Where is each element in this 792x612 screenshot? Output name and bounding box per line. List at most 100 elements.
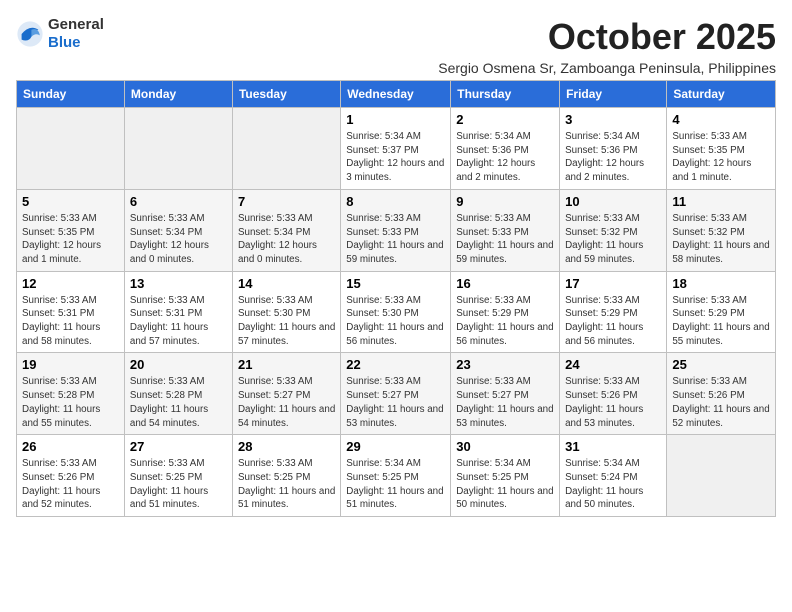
- calendar-cell: 7Sunrise: 5:33 AMSunset: 5:34 PMDaylight…: [232, 189, 340, 271]
- calendar-header-row: SundayMondayTuesdayWednesdayThursdayFrid…: [17, 81, 776, 108]
- cell-details: Sunrise: 5:33 AMSunset: 5:32 PMDaylight:…: [672, 212, 770, 267]
- calendar-cell: 16 Sunrise: 5:33 AMSunset: 5:29 PMDayligh…: [451, 271, 560, 353]
- calendar-cell: 12 Sunrise: 5:33 AMSunset: 5:31 PMDayligh…: [17, 271, 125, 353]
- day-number: 30: [456, 439, 554, 454]
- calendar-cell: 5 Sunrise: 5:33 AMSunset: 5:35 PMDaylight…: [17, 189, 125, 271]
- calendar-cell: 30 Sunrise: 5:34 AMSunset: 5:25 PMDayligh…: [451, 435, 560, 517]
- cell-details: Sunrise: 5:33 AMSunset: 5:26 PMDaylight:…: [565, 375, 661, 430]
- calendar-week-3: 12 Sunrise: 5:33 AMSunset: 5:31 PMDayligh…: [17, 271, 776, 353]
- calendar-cell: 21 Sunrise: 5:33 AMSunset: 5:27 PMDayligh…: [232, 353, 340, 435]
- day-number: 18: [672, 276, 770, 291]
- location-subtitle: Sergio Osmena Sr, Zamboanga Peninsula, P…: [438, 60, 776, 76]
- calendar-cell: 17 Sunrise: 5:33 AMSunset: 5:29 PMDayligh…: [560, 271, 667, 353]
- calendar-cell: [17, 108, 125, 190]
- calendar-cell: 3 Sunrise: 5:34 AMSunset: 5:36 PMDaylight…: [560, 108, 667, 190]
- day-number: 10: [565, 194, 661, 209]
- cell-details: Sunrise: 5:33 AMSunset: 5:35 PMDaylight:…: [672, 130, 770, 185]
- day-number: 8: [346, 194, 445, 209]
- calendar-cell: 1 Sunrise: 5:34 AMSunset: 5:37 PMDaylight…: [341, 108, 451, 190]
- cell-details: Sunrise: 5:33 AMSunset: 5:25 PMDaylight:…: [238, 457, 335, 512]
- day-number: 19: [22, 357, 119, 372]
- day-header-friday: Friday: [560, 81, 667, 108]
- cell-details: Sunrise: 5:33 AMSunset: 5:28 PMDaylight:…: [22, 375, 119, 430]
- day-number: 23: [456, 357, 554, 372]
- calendar-cell: 14Sunrise: 5:33 AMSunset: 5:30 PMDayligh…: [232, 271, 340, 353]
- calendar-cell: 15Sunrise: 5:33 AMSunset: 5:30 PMDayligh…: [341, 271, 451, 353]
- cell-details: Sunrise: 5:33 AMSunset: 5:27 PMDaylight:…: [238, 375, 335, 430]
- calendar-cell: 20 Sunrise: 5:33 AMSunset: 5:28 PMDayligh…: [124, 353, 232, 435]
- day-number: 2: [456, 112, 554, 127]
- calendar-cell: 10 Sunrise: 5:33 AMSunset: 5:32 PMDayligh…: [560, 189, 667, 271]
- calendar-cell: 26Sunrise: 5:33 AMSunset: 5:26 PMDayligh…: [17, 435, 125, 517]
- month-year-title: October 2025: [438, 16, 776, 58]
- calendar-cell: 19 Sunrise: 5:33 AMSunset: 5:28 PMDayligh…: [17, 353, 125, 435]
- cell-details: Sunrise: 5:33 AMSunset: 5:25 PMDaylight:…: [130, 457, 227, 512]
- day-number: 16: [456, 276, 554, 291]
- day-number: 13: [130, 276, 227, 291]
- calendar-week-1: 1 Sunrise: 5:34 AMSunset: 5:37 PMDaylight…: [17, 108, 776, 190]
- cell-details: Sunrise: 5:33 AMSunset: 5:29 PMDaylight:…: [456, 294, 554, 349]
- calendar-cell: 28 Sunrise: 5:33 AMSunset: 5:25 PMDayligh…: [232, 435, 340, 517]
- day-number: 5: [22, 194, 119, 209]
- calendar-week-4: 19 Sunrise: 5:33 AMSunset: 5:28 PMDayligh…: [17, 353, 776, 435]
- calendar-week-2: 5 Sunrise: 5:33 AMSunset: 5:35 PMDaylight…: [17, 189, 776, 271]
- day-number: 27: [130, 439, 227, 454]
- cell-details: Sunrise: 5:33 AMSunset: 5:33 PMDaylight:…: [346, 212, 445, 267]
- calendar-week-5: 26Sunrise: 5:33 AMSunset: 5:26 PMDayligh…: [17, 435, 776, 517]
- day-number: 28: [238, 439, 335, 454]
- day-header-monday: Monday: [124, 81, 232, 108]
- cell-details: Sunrise: 5:33 AMSunset: 5:30 PMDaylight:…: [346, 294, 445, 349]
- calendar-cell: 13 Sunrise: 5:33 AMSunset: 5:31 PMDayligh…: [124, 271, 232, 353]
- day-number: 21: [238, 357, 335, 372]
- day-number: 20: [130, 357, 227, 372]
- cell-details: Sunrise: 5:34 AMSunset: 5:36 PMDaylight:…: [456, 130, 554, 185]
- cell-details: Sunrise: 5:33 AMSunset: 5:34 PMDaylight:…: [130, 212, 227, 267]
- day-number: 26: [22, 439, 119, 454]
- cell-details: Sunrise: 5:33 AMSunset: 5:32 PMDaylight:…: [565, 212, 661, 267]
- cell-details: Sunrise: 5:33 AMSunset: 5:30 PMDaylight:…: [238, 294, 335, 349]
- calendar-cell: 2 Sunrise: 5:34 AMSunset: 5:36 PMDaylight…: [451, 108, 560, 190]
- calendar-cell: 8 Sunrise: 5:33 AMSunset: 5:33 PMDaylight…: [341, 189, 451, 271]
- page-header: General Blue October 2025 Sergio Osmena …: [16, 16, 776, 76]
- cell-details: Sunrise: 5:33 AMSunset: 5:34 PMDaylight:…: [238, 212, 335, 267]
- day-number: 6: [130, 194, 227, 209]
- day-header-tuesday: Tuesday: [232, 81, 340, 108]
- cell-details: Sunrise: 5:33 AMSunset: 5:29 PMDaylight:…: [672, 294, 770, 349]
- calendar-cell: [124, 108, 232, 190]
- day-number: 29: [346, 439, 445, 454]
- calendar-cell: 29Sunrise: 5:34 AMSunset: 5:25 PMDayligh…: [341, 435, 451, 517]
- day-number: 4: [672, 112, 770, 127]
- day-number: 3: [565, 112, 661, 127]
- day-number: 24: [565, 357, 661, 372]
- calendar-cell: 27 Sunrise: 5:33 AMSunset: 5:25 PMDayligh…: [124, 435, 232, 517]
- cell-details: Sunrise: 5:33 AMSunset: 5:33 PMDaylight:…: [456, 212, 554, 267]
- cell-details: Sunrise: 5:34 AMSunset: 5:37 PMDaylight:…: [346, 130, 445, 185]
- day-number: 11: [672, 194, 770, 209]
- title-block: October 2025 Sergio Osmena Sr, Zamboanga…: [438, 16, 776, 76]
- calendar-cell: 18 Sunrise: 5:33 AMSunset: 5:29 PMDayligh…: [667, 271, 776, 353]
- cell-details: Sunrise: 5:33 AMSunset: 5:29 PMDaylight:…: [565, 294, 661, 349]
- cell-details: Sunrise: 5:34 AMSunset: 5:36 PMDaylight:…: [565, 130, 661, 185]
- logo-general-text: General: [48, 16, 104, 33]
- calendar-cell: [667, 435, 776, 517]
- cell-details: Sunrise: 5:33 AMSunset: 5:31 PMDaylight:…: [130, 294, 227, 349]
- cell-details: Sunrise: 5:33 AMSunset: 5:31 PMDaylight:…: [22, 294, 119, 349]
- day-number: 12: [22, 276, 119, 291]
- day-header-saturday: Saturday: [667, 81, 776, 108]
- calendar-cell: 24 Sunrise: 5:33 AMSunset: 5:26 PMDayligh…: [560, 353, 667, 435]
- calendar-cell: 31Sunrise: 5:34 AMSunset: 5:24 PMDayligh…: [560, 435, 667, 517]
- calendar-cell: 23Sunrise: 5:33 AMSunset: 5:27 PMDayligh…: [451, 353, 560, 435]
- day-header-thursday: Thursday: [451, 81, 560, 108]
- cell-details: Sunrise: 5:33 AMSunset: 5:35 PMDaylight:…: [22, 212, 119, 267]
- logo: General Blue: [16, 16, 104, 52]
- day-number: 25: [672, 357, 770, 372]
- logo-icon: [16, 20, 44, 48]
- day-number: 1: [346, 112, 445, 127]
- cell-details: Sunrise: 5:34 AMSunset: 5:25 PMDaylight:…: [456, 457, 554, 512]
- day-number: 17: [565, 276, 661, 291]
- cell-details: Sunrise: 5:34 AMSunset: 5:24 PMDaylight:…: [565, 457, 661, 512]
- calendar-cell: 4 Sunrise: 5:33 AMSunset: 5:35 PMDaylight…: [667, 108, 776, 190]
- cell-details: Sunrise: 5:33 AMSunset: 5:28 PMDaylight:…: [130, 375, 227, 430]
- calendar-cell: 11 Sunrise: 5:33 AMSunset: 5:32 PMDayligh…: [667, 189, 776, 271]
- day-number: 9: [456, 194, 554, 209]
